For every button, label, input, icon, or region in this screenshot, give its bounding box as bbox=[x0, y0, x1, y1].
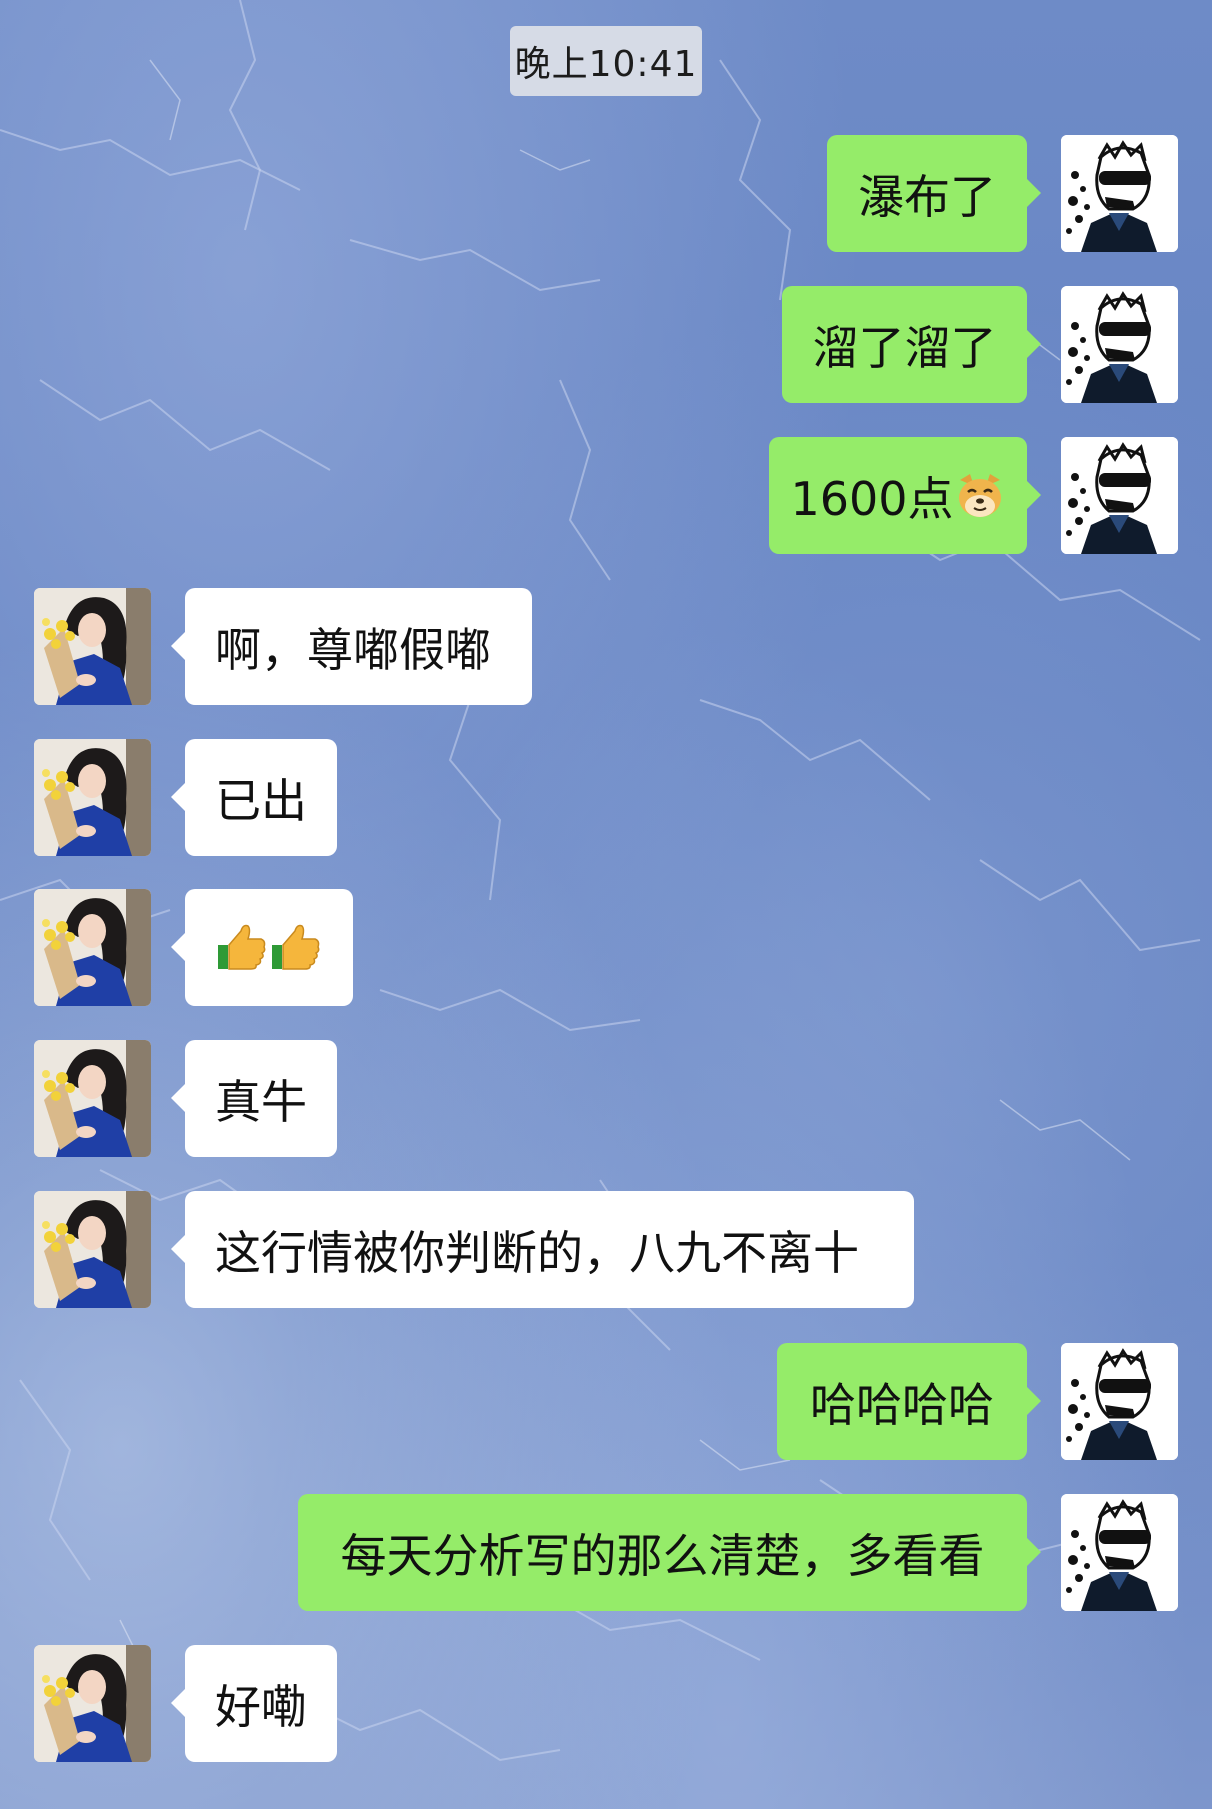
message-text: 啊，尊嘟假嘟 bbox=[215, 622, 491, 677]
message-text: 真牛 bbox=[215, 1074, 307, 1129]
message-row-sent: 哈哈哈哈 bbox=[0, 1343, 1212, 1460]
message-row-sent: 1600点 bbox=[0, 437, 1212, 554]
thumbs-up-emoji-icon bbox=[218, 924, 266, 970]
avatar-contact[interactable] bbox=[34, 1645, 151, 1762]
message-text: 哈哈哈哈 bbox=[810, 1377, 994, 1432]
avatar-contact[interactable] bbox=[34, 889, 151, 1006]
avatar-contact[interactable] bbox=[34, 588, 151, 705]
message-text: 每天分析写的那么清楚，多看看 bbox=[340, 1528, 985, 1583]
girl-with-flowers-avatar-icon bbox=[34, 739, 151, 856]
sunglasses-man-avatar-icon bbox=[1061, 437, 1178, 554]
message-row-sent: 瀑布了 bbox=[0, 135, 1212, 252]
received-message-bubble[interactable]: 啊，尊嘟假嘟 bbox=[171, 588, 532, 705]
avatar-self[interactable] bbox=[1061, 437, 1178, 554]
chat-window: 晚上10:41 瀑布了 溜了溜了 1600点 啊，尊嘟假嘟 已出 真牛 这行情被… bbox=[0, 0, 1212, 1809]
avatar-self[interactable] bbox=[1061, 1343, 1178, 1460]
sent-message-bubble[interactable]: 瀑布了 bbox=[827, 135, 1041, 252]
timestamp-badge: 晚上10:41 bbox=[510, 26, 702, 96]
message-text: 溜了溜了 bbox=[812, 320, 997, 375]
avatar-self[interactable] bbox=[1061, 286, 1178, 403]
received-message-bubble[interactable]: 这行情被你判断的，八九不离十 bbox=[171, 1191, 914, 1308]
message-row-received: 这行情被你判断的，八九不离十 bbox=[0, 1191, 1212, 1308]
message-text: 已出 bbox=[215, 773, 307, 828]
sent-message-bubble[interactable]: 哈哈哈哈 bbox=[777, 1343, 1041, 1460]
message-text: 1600点 bbox=[790, 471, 954, 526]
girl-with-flowers-avatar-icon bbox=[34, 1645, 151, 1762]
doge-emoji-icon bbox=[958, 473, 1001, 517]
sunglasses-man-avatar-icon bbox=[1061, 135, 1178, 252]
message-text: 这行情被你判断的，八九不离十 bbox=[215, 1225, 859, 1280]
message-text: 瀑布了 bbox=[858, 169, 996, 224]
avatar-self[interactable] bbox=[1061, 1494, 1178, 1611]
message-row-sent: 每天分析写的那么清楚，多看看 bbox=[0, 1494, 1212, 1611]
sunglasses-man-avatar-icon bbox=[1061, 1343, 1178, 1460]
girl-with-flowers-avatar-icon bbox=[34, 588, 151, 705]
avatar-contact[interactable] bbox=[34, 1191, 151, 1308]
avatar-contact[interactable] bbox=[34, 739, 151, 856]
message-row-received: 真牛 bbox=[0, 1040, 1212, 1157]
sunglasses-man-avatar-icon bbox=[1061, 286, 1178, 403]
received-message-bubble[interactable]: 真牛 bbox=[171, 1040, 337, 1157]
message-row-received: 啊，尊嘟假嘟 bbox=[0, 588, 1212, 705]
sent-message-bubble[interactable]: 溜了溜了 bbox=[782, 286, 1041, 403]
received-message-bubble[interactable] bbox=[171, 889, 353, 1006]
message-text: 好嘞 bbox=[215, 1679, 307, 1734]
message-row-received: 好嘞 bbox=[0, 1645, 1212, 1762]
sent-message-bubble[interactable]: 每天分析写的那么清楚，多看看 bbox=[298, 1494, 1041, 1611]
sent-message-bubble[interactable]: 1600点 bbox=[769, 437, 1041, 554]
message-row-received bbox=[0, 889, 1212, 1006]
message-row-received: 已出 bbox=[0, 739, 1212, 856]
received-message-bubble[interactable]: 已出 bbox=[171, 739, 337, 856]
girl-with-flowers-avatar-icon bbox=[34, 889, 151, 1006]
girl-with-flowers-avatar-icon bbox=[34, 1191, 151, 1308]
sunglasses-man-avatar-icon bbox=[1061, 1494, 1178, 1611]
girl-with-flowers-avatar-icon bbox=[34, 1040, 151, 1157]
avatar-self[interactable] bbox=[1061, 135, 1178, 252]
avatar-contact[interactable] bbox=[34, 1040, 151, 1157]
received-message-bubble[interactable]: 好嘞 bbox=[171, 1645, 337, 1762]
message-row-sent: 溜了溜了 bbox=[0, 286, 1212, 403]
thumbs-up-emoji-icon bbox=[272, 924, 320, 970]
